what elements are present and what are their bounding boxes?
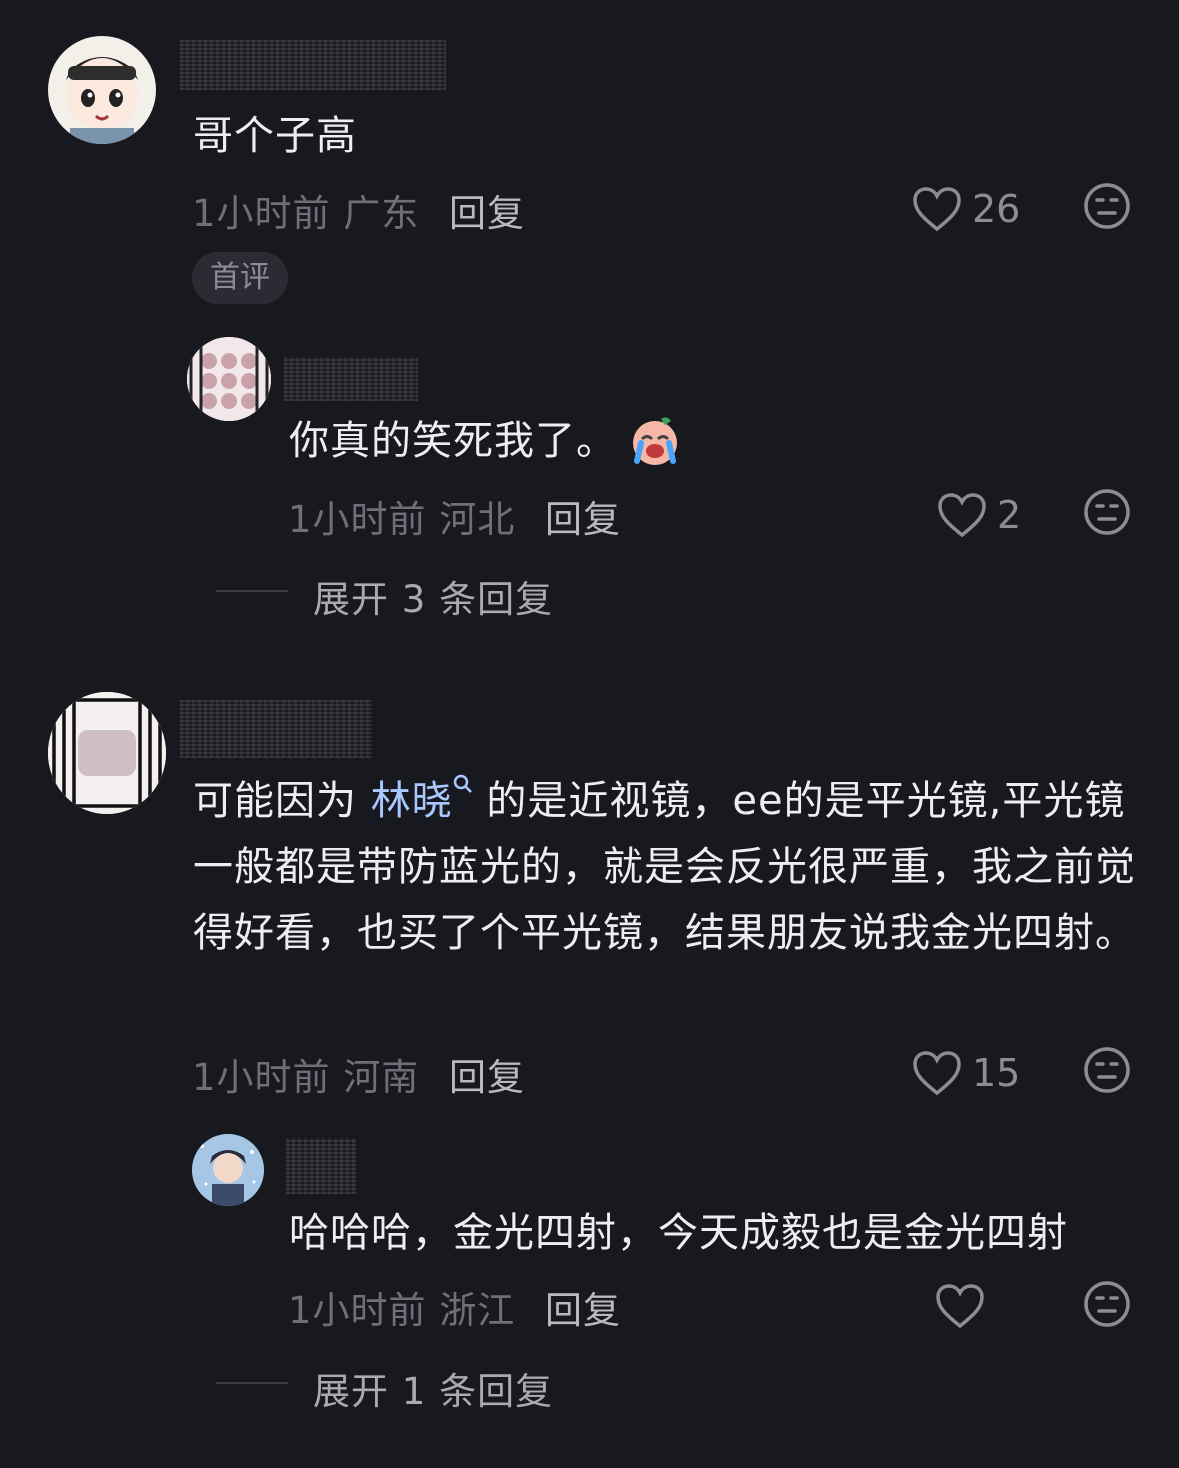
reply-button[interactable]: 回复 <box>545 489 621 543</box>
heart-icon <box>913 187 961 232</box>
reply-button[interactable]: 回复 <box>449 183 525 237</box>
reply-username-redacted[interactable] <box>286 1138 356 1194</box>
dislike-emoji-button[interactable] <box>1083 1280 1131 1328</box>
username-redacted[interactable] <box>180 700 372 758</box>
reply-avatar[interactable] <box>187 337 271 421</box>
expand-divider <box>216 1382 288 1384</box>
meh-face-icon <box>1084 183 1130 229</box>
dislike-emoji-button[interactable] <box>1083 1046 1131 1094</box>
like-count: 2 <box>997 493 1022 537</box>
reply-time-location: 1小时前 浙江 <box>288 1280 515 1334</box>
comment-time: 1小时前 <box>192 1056 331 1099</box>
reply-text-row: 你真的笑死我了。 <box>289 408 683 474</box>
avatar[interactable] <box>48 36 156 144</box>
reply-location: 浙江 <box>439 1289 516 1332</box>
reply-username-redacted[interactable] <box>284 357 418 401</box>
avatar[interactable] <box>48 692 166 814</box>
reply-time: 1小时前 <box>288 1289 427 1332</box>
comment-time-location: 1小时前 广东 <box>192 183 419 237</box>
heart-icon <box>938 493 986 538</box>
comment-time: 1小时前 <box>192 192 331 235</box>
comment-text-prefix: 可能因为 <box>193 778 371 824</box>
dislike-emoji-button[interactable] <box>1083 182 1131 230</box>
dislike-emoji-button[interactable] <box>1083 488 1131 536</box>
like-button[interactable]: 15 <box>912 1045 1020 1101</box>
reply-button[interactable]: 回复 <box>545 1280 621 1334</box>
search-icon <box>453 774 472 793</box>
mention-link[interactable]: 林晓 <box>370 774 473 824</box>
heart-icon <box>936 1284 984 1329</box>
first-comment-badge: 首评 <box>192 252 288 304</box>
like-count: 26 <box>972 187 1021 231</box>
reply-time: 1小时前 <box>288 498 427 541</box>
reply-button[interactable]: 回复 <box>449 1047 525 1101</box>
heart-icon <box>913 1051 961 1096</box>
comment-text: 可能因为 林晓 的是近视镜，ee的是平光镜,平光镜一般都是带防蓝光的，就是会反光… <box>193 768 1143 966</box>
like-button[interactable]: 2 <box>937 487 1021 543</box>
reply-avatar[interactable] <box>192 1134 264 1206</box>
crying-laughing-emoji <box>633 417 677 465</box>
expand-divider <box>216 590 288 592</box>
mention-text: 林晓 <box>370 778 453 824</box>
username-redacted[interactable] <box>180 40 446 90</box>
reply-location: 河北 <box>439 498 516 541</box>
comment-text: 哥个子高 <box>193 113 357 159</box>
like-count: 15 <box>972 1051 1021 1095</box>
comment-location: 河南 <box>343 1056 420 1099</box>
comment-location: 广东 <box>343 192 420 235</box>
reply-text: 你真的笑死我了。 <box>289 418 617 464</box>
reply-text: 哈哈哈，金光四射，今天成毅也是金光四射 <box>289 1210 1068 1256</box>
like-button[interactable] <box>935 1278 995 1334</box>
comment-time-location: 1小时前 河南 <box>192 1047 419 1101</box>
like-button[interactable]: 26 <box>912 181 1020 237</box>
expand-replies-button[interactable]: 展开 1 条回复 <box>313 1361 553 1415</box>
meh-face-icon <box>1084 1281 1130 1327</box>
meh-face-icon <box>1084 1047 1130 1093</box>
expand-replies-button[interactable]: 展开 3 条回复 <box>313 569 553 623</box>
meh-face-icon <box>1084 489 1130 535</box>
reply-time-location: 1小时前 河北 <box>288 489 515 543</box>
